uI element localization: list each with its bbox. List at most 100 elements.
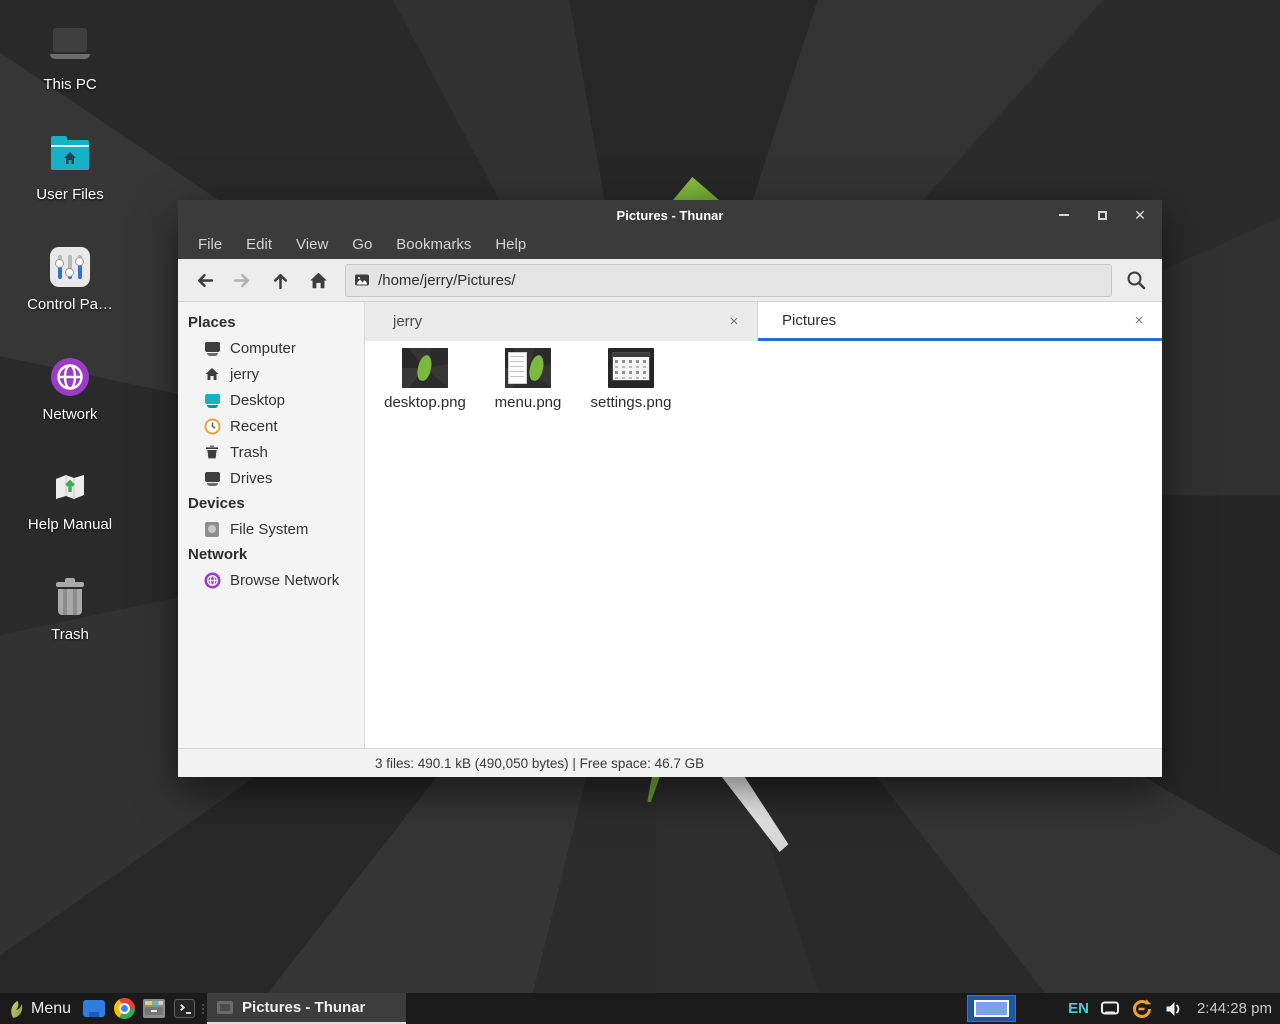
file-view[interactable]: desktop.png menu.png xyxy=(365,341,1162,748)
desktop-icon-label: Help Manual xyxy=(18,516,122,533)
forward-button[interactable] xyxy=(224,263,262,297)
desktop-icon-help-manual[interactable]: Help Manual xyxy=(18,464,122,560)
menu-view[interactable]: View xyxy=(286,233,338,256)
network-globe-icon xyxy=(204,572,221,589)
toolbar: /home/jerry/Pictures/ xyxy=(178,259,1162,302)
sidebar-item-computer[interactable]: Computer xyxy=(178,335,364,361)
sidebar-header-devices: Devices xyxy=(178,491,364,516)
menu-file[interactable]: File xyxy=(188,233,232,256)
desktop-icon-network[interactable]: Network xyxy=(18,354,122,450)
search-icon xyxy=(1125,269,1147,291)
sidebar-item-recent[interactable]: Recent xyxy=(178,413,364,439)
system-tray: EN 2:44:28 pm xyxy=(1068,998,1280,1020)
menubar: File Edit View Go Bookmarks Help xyxy=(178,230,1162,259)
home-icon xyxy=(204,366,221,383)
home-folder-icon xyxy=(47,134,93,180)
menu-edit[interactable]: Edit xyxy=(236,233,282,256)
mint-logo-icon xyxy=(6,999,24,1019)
desktop-icon-label: Network xyxy=(18,406,122,423)
taskbar: Menu Pictures - Thunar EN xyxy=(0,993,1280,1024)
hard-drive-icon xyxy=(204,521,221,538)
desktop-icon-trash[interactable]: Trash xyxy=(18,574,122,670)
trash-icon xyxy=(47,574,93,620)
globe-icon xyxy=(47,354,93,400)
back-arrow-icon xyxy=(195,271,214,290)
update-manager-icon[interactable] xyxy=(1131,998,1153,1020)
tab-close-icon[interactable]: × xyxy=(725,313,743,330)
sidebar: Places Computer jerry Desktop xyxy=(178,302,365,748)
taskbar-window-button[interactable]: Pictures - Thunar xyxy=(207,993,406,1024)
clock[interactable]: 2:44:28 pm xyxy=(1197,1000,1272,1017)
chrome-icon xyxy=(114,998,135,1019)
desktop-icon-label: Control Pa… xyxy=(18,296,122,313)
status-bar: 3 files: 490.1 kB (490,050 bytes) | Free… xyxy=(178,748,1162,777)
home-button[interactable] xyxy=(299,263,337,297)
terminal-icon xyxy=(174,999,195,1018)
drives-icon xyxy=(204,470,221,487)
active-workspace xyxy=(974,1000,1009,1017)
file-menu-png[interactable]: menu.png xyxy=(480,348,576,411)
sidebar-header-network: Network xyxy=(178,542,364,567)
file-settings-png[interactable]: settings.png xyxy=(583,348,679,411)
terminal-launcher[interactable] xyxy=(169,993,199,1024)
file-desktop-png[interactable]: desktop.png xyxy=(377,348,473,411)
chrome-launcher[interactable] xyxy=(109,993,139,1024)
sidebar-item-browse-network[interactable]: Browse Network xyxy=(178,567,364,593)
sidebar-item-drives[interactable]: Drives xyxy=(178,465,364,491)
sidebar-item-trash[interactable]: Trash xyxy=(178,439,364,465)
desktop-icon-this-pc[interactable]: This PC xyxy=(18,24,122,120)
computer-icon xyxy=(204,340,221,357)
file-cabinet-icon xyxy=(143,999,165,1018)
path-text: /home/jerry/Pictures/ xyxy=(378,272,516,289)
files-icon xyxy=(83,1000,105,1017)
search-button[interactable] xyxy=(1118,263,1154,297)
menu-label: Menu xyxy=(31,1000,71,1018)
sidebar-item-home[interactable]: jerry xyxy=(178,361,364,387)
desktop-screen: This PC User Files Control Pa… xyxy=(0,0,1280,1024)
sidebar-header-places: Places xyxy=(178,310,364,335)
forward-arrow-icon xyxy=(233,271,252,290)
path-bar[interactable]: /home/jerry/Pictures/ xyxy=(345,264,1112,297)
tab-close-icon[interactable]: × xyxy=(1130,312,1148,329)
files-launcher[interactable] xyxy=(79,993,109,1024)
tab-bar: jerry × Pictures × xyxy=(365,302,1162,341)
workspace-switcher[interactable] xyxy=(967,995,1016,1022)
sliders-icon xyxy=(47,244,93,290)
close-button[interactable]: ✕ xyxy=(1132,207,1148,223)
window-title: Pictures - Thunar xyxy=(617,208,724,223)
window-thumbnail-icon xyxy=(217,1001,233,1014)
maximize-button[interactable] xyxy=(1094,207,1110,223)
tab-jerry[interactable]: jerry × xyxy=(365,302,758,341)
back-button[interactable] xyxy=(186,263,224,297)
up-arrow-icon xyxy=(271,271,290,290)
image-thumbnail xyxy=(608,348,654,388)
desktop-icon xyxy=(204,392,221,409)
trash-icon xyxy=(204,444,221,461)
computer-icon xyxy=(47,24,93,70)
archive-launcher[interactable] xyxy=(139,993,169,1024)
desktop-icon-label: This PC xyxy=(18,76,122,93)
thunar-window: Pictures - Thunar ✕ File Edit View Go Bo… xyxy=(178,200,1162,777)
recent-clock-icon xyxy=(204,418,221,435)
start-menu-button[interactable]: Menu xyxy=(0,993,79,1024)
desktop-icon-user-files[interactable]: User Files xyxy=(18,134,122,230)
image-file-icon xyxy=(354,272,370,288)
menu-help[interactable]: Help xyxy=(485,233,536,256)
map-help-icon xyxy=(47,464,93,510)
minimize-button[interactable] xyxy=(1056,207,1072,223)
desktop-icon-label: Trash xyxy=(18,626,122,643)
keyboard-layout-indicator[interactable]: EN xyxy=(1068,1000,1089,1017)
window-titlebar[interactable]: Pictures - Thunar ✕ xyxy=(178,200,1162,230)
taskbar-separator xyxy=(199,993,207,1024)
status-text: 3 files: 490.1 kB (490,050 bytes) | Free… xyxy=(375,756,704,771)
desktop-icon-control-panel[interactable]: Control Pa… xyxy=(18,244,122,340)
menu-bookmarks[interactable]: Bookmarks xyxy=(386,233,481,256)
display-icon[interactable] xyxy=(1099,998,1121,1020)
sidebar-item-file-system[interactable]: File System xyxy=(178,516,364,542)
up-button[interactable] xyxy=(262,263,300,297)
sidebar-item-desktop[interactable]: Desktop xyxy=(178,387,364,413)
menu-go[interactable]: Go xyxy=(342,233,382,256)
home-icon xyxy=(309,271,328,290)
volume-icon[interactable] xyxy=(1163,998,1185,1020)
tab-pictures[interactable]: Pictures × xyxy=(758,302,1162,341)
